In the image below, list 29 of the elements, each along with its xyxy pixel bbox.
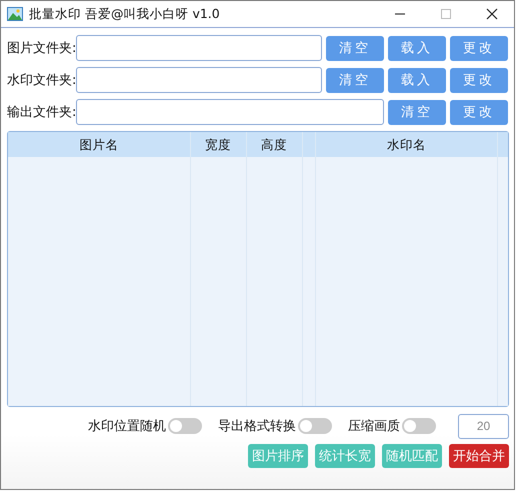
field-label: 图片文件夹: xyxy=(7,40,76,57)
action-button[interactable]: 图片排序 xyxy=(248,444,308,468)
option-label: 压缩画质 xyxy=(348,418,400,435)
landscape-icon xyxy=(7,7,23,21)
folder-path-field[interactable] xyxy=(76,99,384,125)
folder-button[interactable]: 载入 xyxy=(388,36,446,60)
quality-field[interactable]: 20 xyxy=(458,414,509,438)
action-button[interactable]: 开始合并 xyxy=(449,444,509,468)
folder-button[interactable]: 清空 xyxy=(326,68,384,92)
close-icon[interactable] xyxy=(486,8,498,20)
action-button[interactable]: 随机匹配 xyxy=(382,444,442,468)
folder-button[interactable]: 载入 xyxy=(388,68,446,92)
action-button[interactable]: 统计长宽 xyxy=(315,444,375,468)
folder-button[interactable]: 清空 xyxy=(326,36,384,60)
toggle-switch[interactable] xyxy=(402,418,436,434)
option-label: 导出格式转换 xyxy=(218,418,296,435)
field-label: 输出文件夹: xyxy=(7,104,76,121)
folder-path-field[interactable] xyxy=(76,35,322,61)
field-label: 水印文件夹: xyxy=(7,72,76,89)
window-title: 批量水印 吾爱@叫我小白呀 v1.0 xyxy=(29,6,221,22)
toggle-switch[interactable] xyxy=(298,418,332,434)
folder-button[interactable]: 更改 xyxy=(450,36,508,60)
folder-button[interactable]: 清空 xyxy=(388,100,446,124)
maximize-icon[interactable] xyxy=(440,8,452,20)
folder-button[interactable]: 更改 xyxy=(450,68,508,92)
option-label: 水印位置随机 xyxy=(88,418,166,435)
folder-path-field[interactable] xyxy=(76,67,322,93)
folder-button[interactable]: 更改 xyxy=(450,100,508,124)
toggle-switch[interactable] xyxy=(168,418,202,434)
